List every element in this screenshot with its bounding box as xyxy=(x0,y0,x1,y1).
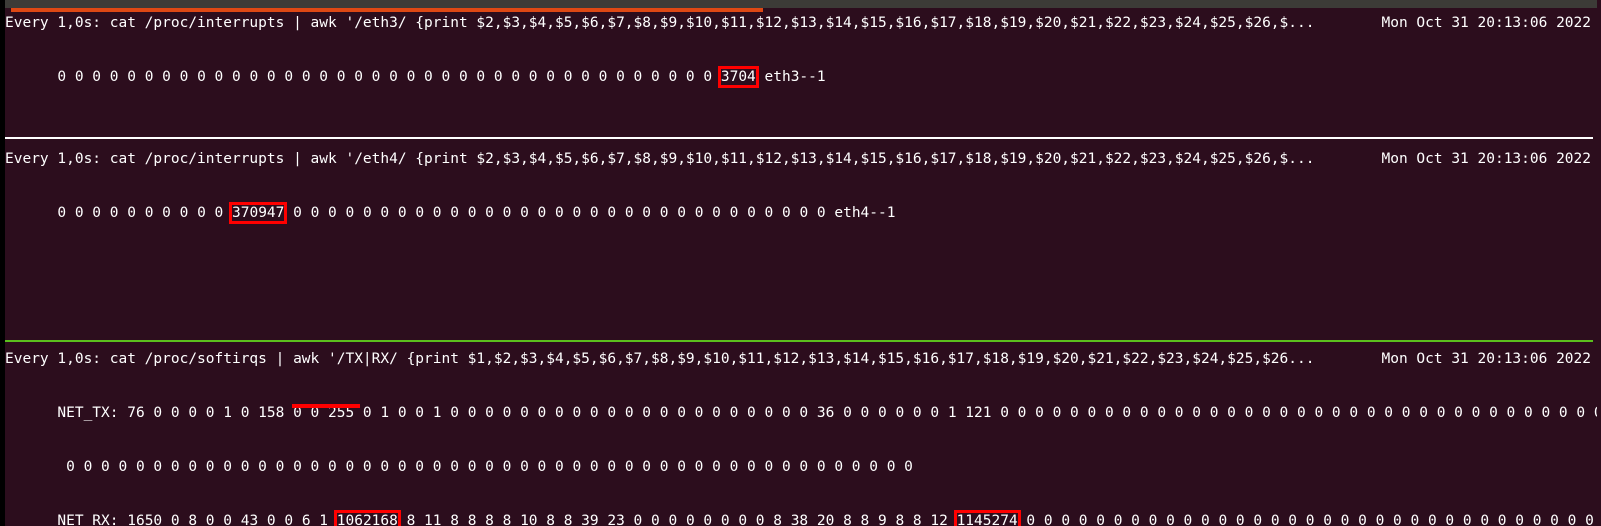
output-row-eth4: 0 0 0 0 0 0 0 0 0 0 370947 0 0 0 0 0 0 0… xyxy=(5,186,1597,240)
watch-timestamp-eth4: Mon Oct 31 20:13:06 2022 xyxy=(1381,151,1591,167)
net-tx-counters-line1: NET_TX: 76 0 0 0 0 1 0 158 0 0 255 0 1 0… xyxy=(57,405,1597,421)
pane-eth3-interrupts[interactable]: Every 1,0s: cat /proc/interrupts | awk '… xyxy=(5,14,1597,130)
watch-header-eth3: Every 1,0s: cat /proc/interrupts | awk '… xyxy=(5,14,1593,32)
terminal-window[interactable]: Every 1,0s: cat /proc/interrupts | awk '… xyxy=(0,0,1601,526)
eth3-device-label: eth3--1 xyxy=(755,69,826,85)
watch-header-eth4: Every 1,0s: cat /proc/interrupts | awk '… xyxy=(5,150,1593,168)
net-rx-cpu-a-box: 1062168 xyxy=(333,510,401,526)
net-tx-row: NET_TX: 76 0 0 0 0 1 0 158 0 0 255 0 1 0… xyxy=(5,386,1597,440)
pane-eth4-interrupts[interactable]: Every 1,0s: cat /proc/interrupts | awk '… xyxy=(5,150,1597,332)
output-row-eth3: 0 0 0 0 0 0 0 0 0 0 0 0 0 0 0 0 0 0 0 0 … xyxy=(5,50,1597,104)
eth3-zero-counters-prefix: 0 0 0 0 0 0 0 0 0 0 0 0 0 0 0 0 0 0 0 0 … xyxy=(57,69,721,85)
terminal-right-gutter xyxy=(1597,0,1601,526)
terminal-left-gutter xyxy=(0,0,5,526)
net-rx-counters-middle: 8 11 8 8 8 8 10 8 8 39 23 0 0 0 0 0 0 0 … xyxy=(397,513,957,526)
net-rx-row: NET_RX: 1650 0 8 0 0 43 0 0 6 1 1062168 … xyxy=(5,494,1597,526)
watch-timestamp-softirqs: Mon Oct 31 20:13:06 2022 xyxy=(1381,351,1591,367)
pane-softirqs[interactable]: Every 1,0s: cat /proc/softirqs | awk '/T… xyxy=(5,350,1597,526)
eth4-zero-counters-suffix: 0 0 0 0 0 0 0 0 0 0 0 0 0 0 0 0 0 0 0 0 … xyxy=(284,205,896,221)
net-tx-counters-line2: 0 0 0 0 0 0 0 0 0 0 0 0 0 0 0 0 0 0 0 0 … xyxy=(57,459,913,475)
pane-divider-1[interactable] xyxy=(5,137,1593,139)
watch-command-eth3: Every 1,0s: cat /proc/interrupts | awk '… xyxy=(5,15,1315,31)
net-tx-underline-mark xyxy=(292,404,360,408)
eth3-irq-count-box: 3704 xyxy=(717,66,759,88)
watch-timestamp-eth3: Mon Oct 31 20:13:06 2022 xyxy=(1381,15,1591,31)
eth4-zero-counters-prefix: 0 0 0 0 0 0 0 0 0 0 xyxy=(57,205,232,221)
net-rx-counters-prefix: NET_RX: 1650 0 8 0 0 43 0 0 6 1 xyxy=(57,513,337,526)
watch-command-softirqs: Every 1,0s: cat /proc/softirqs | awk '/T… xyxy=(5,351,1315,367)
pane-divider-2[interactable] xyxy=(5,340,1593,342)
net-rx-cpu-b-box: 1145274 xyxy=(953,510,1021,526)
eth4-irq-count-box: 370947 xyxy=(228,202,288,224)
net-tx-row-wrapped: 0 0 0 0 0 0 0 0 0 0 0 0 0 0 0 0 0 0 0 0 … xyxy=(5,440,1597,494)
net-rx-counters-suffix: 0 0 0 0 0 0 0 0 0 0 0 0 0 0 0 0 0 0 0 0 … xyxy=(1026,513,1594,526)
watch-header-softirqs: Every 1,0s: cat /proc/softirqs | awk '/T… xyxy=(5,350,1593,368)
window-titlebar[interactable] xyxy=(0,0,1601,8)
watch-command-eth4: Every 1,0s: cat /proc/interrupts | awk '… xyxy=(5,151,1315,167)
active-tab-accent-bar xyxy=(11,8,763,12)
